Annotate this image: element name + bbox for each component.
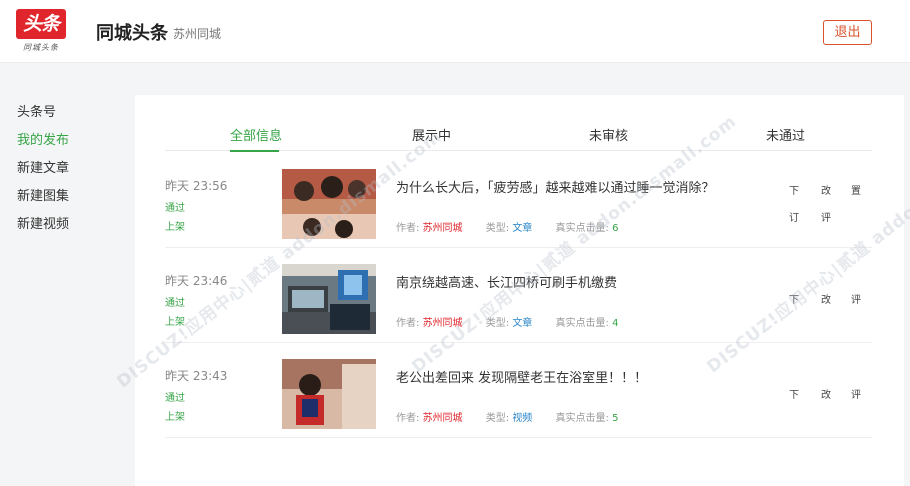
unlist-button[interactable]: 下 — [789, 291, 799, 306]
author-label: 作者: — [396, 223, 420, 234]
clicks-label: 真实点击量: — [555, 318, 609, 329]
sidebar-item-new-gallery[interactable]: 新建图集 — [17, 185, 69, 204]
thumbnail-image — [282, 264, 376, 334]
top-header: 头条 同城头条 同城头条 苏州同城 退出 — [0, 0, 910, 63]
post-time: 昨天 23:56 — [165, 179, 228, 193]
sidebar-item-new-video[interactable]: 新建视频 — [17, 213, 69, 232]
post-row: 昨天 23:43 通过 上架 老公出差回来 发现隔壁老王在浴室里！！！ 作者: … — [165, 343, 872, 438]
post-time: 昨天 23:46 — [165, 274, 228, 288]
post-meta: 作者: 苏州同城 类型: 视频 真实点击量: 5 — [396, 409, 618, 424]
edit-button[interactable]: 改 — [821, 182, 831, 197]
logo-badge: 头条 — [16, 9, 66, 39]
post-status-approved: 通过 — [165, 393, 185, 404]
post-thumbnail[interactable] — [282, 169, 376, 239]
post-type: 文章 — [512, 318, 533, 329]
click-count: 4 — [612, 318, 619, 329]
comment-button[interactable]: 评 — [821, 209, 831, 224]
thumbnail-image — [282, 169, 376, 239]
clicks-label: 真实点击量: — [555, 223, 609, 234]
author-name[interactable]: 苏州同城 — [423, 318, 463, 329]
tab-showing[interactable]: 展示中 — [412, 125, 451, 144]
type-label: 类型: — [485, 413, 510, 424]
tab-active-indicator — [230, 150, 279, 152]
post-time: 昨天 23:43 — [165, 369, 228, 383]
tab-unreviewed[interactable]: 未审核 — [589, 125, 628, 144]
click-count: 5 — [612, 413, 619, 424]
post-row: 昨天 23:46 通过 上架 南京绕越高速、长江四桥可刷手机缴费 作者: 苏州同… — [165, 248, 872, 343]
post-title[interactable]: 为什么长大后，「疲劳感」越来越难以通过睡一觉消除？ — [396, 177, 715, 196]
post-thumbnail[interactable] — [282, 359, 376, 429]
comment-button[interactable]: 评 — [851, 386, 861, 401]
site-logo[interactable]: 头条 同城头条 — [16, 9, 70, 55]
post-status-approved: 通过 — [165, 203, 185, 214]
post-meta: 作者: 苏州同城 类型: 文章 真实点击量: 6 — [396, 219, 618, 234]
pin-button[interactable]: 置 — [851, 182, 861, 197]
unlist-button[interactable]: 下 — [789, 386, 799, 401]
type-label: 类型: — [485, 223, 510, 234]
type-label: 类型: — [485, 318, 510, 329]
author-name[interactable]: 苏州同城 — [423, 223, 463, 234]
clicks-label: 真实点击量: — [555, 413, 609, 424]
author-label: 作者: — [396, 318, 420, 329]
comment-button[interactable]: 评 — [851, 291, 861, 306]
logout-button[interactable]: 退出 — [823, 20, 872, 45]
tab-all[interactable]: 全部信息 — [230, 125, 282, 144]
tab-bar: 全部信息 展示中 未审核 未通过 — [165, 117, 872, 152]
click-count: 6 — [612, 223, 619, 234]
edit-button[interactable]: 改 — [821, 386, 831, 401]
author-label: 作者: — [396, 413, 420, 424]
post-thumbnail[interactable] — [282, 264, 376, 334]
site-title: 同城头条 — [96, 23, 168, 44]
post-status-listed[interactable]: 上架 — [165, 313, 185, 328]
post-type: 视频 — [512, 413, 533, 424]
main-panel: 全部信息 展示中 未审核 未通过 昨天 23:56 通过 上架 为什么长大后，「… — [135, 95, 904, 486]
post-status-approved: 通过 — [165, 298, 185, 309]
post-row: 昨天 23:56 通过 上架 为什么长大后，「疲劳感」越来越难以通过睡一觉消除？… — [165, 153, 872, 248]
edit-button[interactable]: 改 — [821, 291, 831, 306]
sidebar-item-my-posts[interactable]: 我的发布 — [17, 129, 69, 148]
post-title[interactable]: 老公出差回来 发现隔壁老王在浴室里！！！ — [396, 367, 647, 386]
post-status-listed[interactable]: 上架 — [165, 218, 185, 233]
site-subtitle: 苏州同城 — [173, 27, 222, 41]
tab-rejected[interactable]: 未通过 — [766, 125, 805, 144]
thumbnail-image — [282, 359, 376, 429]
author-name[interactable]: 苏州同城 — [423, 413, 463, 424]
sidebar-item-toutiaohao[interactable]: 头条号 — [17, 101, 56, 120]
post-meta: 作者: 苏州同城 类型: 文章 真实点击量: 4 — [396, 314, 618, 329]
unlist-button[interactable]: 下 — [789, 182, 799, 197]
logo-subtext: 同城头条 — [23, 43, 59, 52]
post-status-listed[interactable]: 上架 — [165, 408, 185, 423]
post-type: 文章 — [512, 223, 533, 234]
sidebar-item-new-article[interactable]: 新建文章 — [17, 157, 69, 176]
post-title[interactable]: 南京绕越高速、长江四桥可刷手机缴费 — [396, 272, 617, 291]
subscribe-button[interactable]: 订 — [789, 209, 799, 224]
